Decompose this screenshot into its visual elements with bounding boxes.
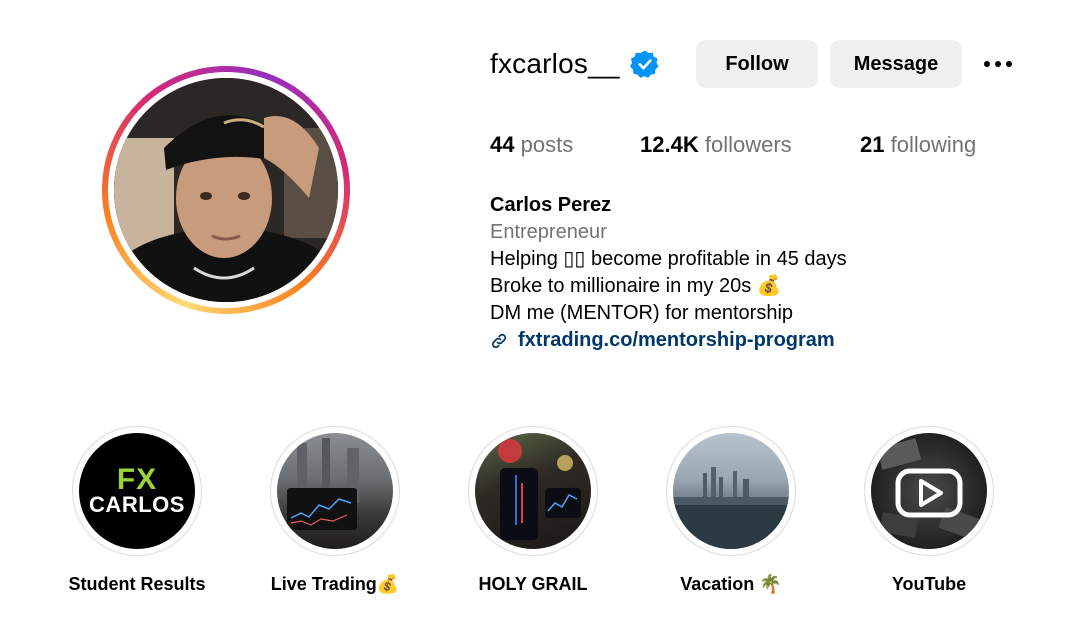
fx-carlos-logo: FX CARLOS	[79, 433, 195, 549]
username: fxcarlos__	[490, 48, 620, 79]
story-ring[interactable]	[102, 66, 350, 314]
profile-bio: Carlos Perez Entrepreneur Helping ▯▯ bec…	[490, 192, 847, 354]
highlight-label: Vacation 🌴	[680, 574, 782, 594]
more-options-icon[interactable]	[978, 50, 1018, 78]
category-label: Entrepreneur	[490, 221, 607, 243]
highlight-student-results[interactable]: FX CARLOS Student Results	[69, 426, 206, 595]
highlight-label: YouTube	[891, 574, 967, 594]
verified-badge-icon	[629, 49, 660, 79]
phone-chart-photo	[475, 433, 591, 549]
highlight-holy-grail[interactable]: HOLY GRAIL	[468, 426, 598, 595]
youtube-play-icon	[871, 433, 987, 549]
following-link[interactable]: 21 following	[860, 132, 976, 158]
highlight-label: Live Trading💰	[270, 574, 400, 594]
profile-avatar[interactable]	[114, 78, 338, 302]
message-button[interactable]: Message	[830, 40, 962, 88]
username-row: fxcarlos__	[490, 40, 660, 88]
bio-line: Broke to millionaire in my 20s 💰	[490, 275, 782, 297]
highlight-vacation[interactable]: Vacation 🌴	[666, 426, 796, 595]
bio-link[interactable]: fxtrading.co/mentorship-program	[490, 327, 847, 354]
link-icon	[491, 333, 507, 348]
follow-button[interactable]: Follow	[696, 40, 818, 88]
bio-line: DM me (MENTOR) for mentorship	[490, 302, 794, 324]
bio-line: Helping ▯▯ become profitable in 45 days	[490, 248, 847, 270]
full-name: Carlos Perez	[490, 194, 612, 216]
posts-count: 44 posts	[490, 132, 574, 157]
highlight-youtube[interactable]: YouTube	[864, 426, 994, 595]
profile-page: fxcarlos__ Follow Message 44 posts 12.4K…	[0, 0, 1087, 638]
followers-link[interactable]: 12.4K followers	[640, 132, 792, 158]
city-skyline-photo	[673, 433, 789, 549]
avatar-photo-illustration	[114, 78, 338, 302]
highlight-label: Student Results	[68, 574, 206, 594]
highlight-live-trading[interactable]: Live Trading💰	[270, 426, 400, 595]
highlight-label: HOLY GRAIL	[478, 574, 588, 594]
laptop-trading-photo	[277, 433, 393, 549]
